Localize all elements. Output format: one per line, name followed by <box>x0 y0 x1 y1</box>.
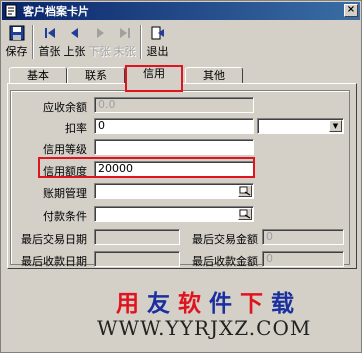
title-bar: 客户档案卡片 × <box>2 2 360 20</box>
receivable-balance-label: 应收余额 <box>43 101 87 114</box>
last-receipt-date-label: 最后收款日期 <box>21 255 87 268</box>
toolbar-separator <box>140 25 142 59</box>
customer-record-window: 客户档案卡片 × 保存 首张 上张 下张 末张 退出 基本 联系 信用 其他 应… <box>0 0 362 353</box>
credit-grade-label: 信用等级 <box>43 143 87 156</box>
exit-button[interactable]: 退出 <box>145 23 170 61</box>
watermark-char: 载 <box>271 290 302 317</box>
close-button[interactable]: × <box>344 4 358 17</box>
credit-tab-highlight <box>125 65 183 92</box>
last-receipt-date-field <box>94 251 180 267</box>
last-receipt-amount-field: 0 <box>262 251 344 267</box>
app-icon <box>5 4 19 18</box>
chevron-down-icon[interactable]: ▼ <box>329 120 342 132</box>
prev-record-icon <box>70 28 78 38</box>
prev-record-button[interactable]: 上张 <box>62 23 87 61</box>
receivable-balance-field: 0.0 <box>94 97 254 113</box>
last-trade-amount-field: 0 <box>262 229 344 245</box>
watermark-char: 软 <box>178 290 209 317</box>
watermark-brand: 用友软件下载 <box>116 284 302 318</box>
last-trade-amount-label: 最后交易金额 <box>192 233 258 246</box>
watermark-char: 用 <box>116 290 147 317</box>
last-receipt-amount-label: 最后收款金额 <box>192 255 258 268</box>
last-trade-date-label: 最后交易日期 <box>21 233 87 246</box>
last-trade-date-field <box>94 229 180 245</box>
discount-rate-label: 扣率 <box>65 122 87 135</box>
payment-term-label: 账期管理 <box>43 187 87 200</box>
watermark-char: 件 <box>209 290 240 317</box>
reference-lookup-icon[interactable] <box>238 185 252 197</box>
watermark-url: WWW.YYRJXZ.COM <box>97 316 312 340</box>
toolbar-separator <box>32 25 34 59</box>
save-icon <box>9 25 24 41</box>
credit-grade-input[interactable] <box>94 139 254 155</box>
watermark-char: 友 <box>147 290 178 317</box>
last-record-button[interactable]: 末张 <box>112 23 137 61</box>
next-record-icon <box>96 28 104 38</box>
payment-term-input[interactable] <box>94 183 254 199</box>
first-record-icon <box>44 28 55 38</box>
exit-icon <box>151 26 164 40</box>
toolbar: 保存 首张 上张 下张 末张 退出 <box>4 23 170 61</box>
next-record-button[interactable]: 下张 <box>87 23 112 61</box>
discount-rate-select[interactable]: ▼ <box>257 118 344 134</box>
reference-lookup-icon[interactable] <box>238 208 252 220</box>
discount-rate-input[interactable]: 0 <box>94 118 254 134</box>
watermark-char: 下 <box>240 290 271 317</box>
payment-condition-label: 付款条件 <box>43 210 87 223</box>
save-button[interactable]: 保存 <box>4 23 29 61</box>
window-title: 客户档案卡片 <box>23 5 89 18</box>
credit-limit-highlight <box>38 157 255 178</box>
last-record-icon <box>119 28 130 38</box>
first-record-button[interactable]: 首张 <box>37 23 62 61</box>
payment-condition-input[interactable] <box>94 206 254 222</box>
